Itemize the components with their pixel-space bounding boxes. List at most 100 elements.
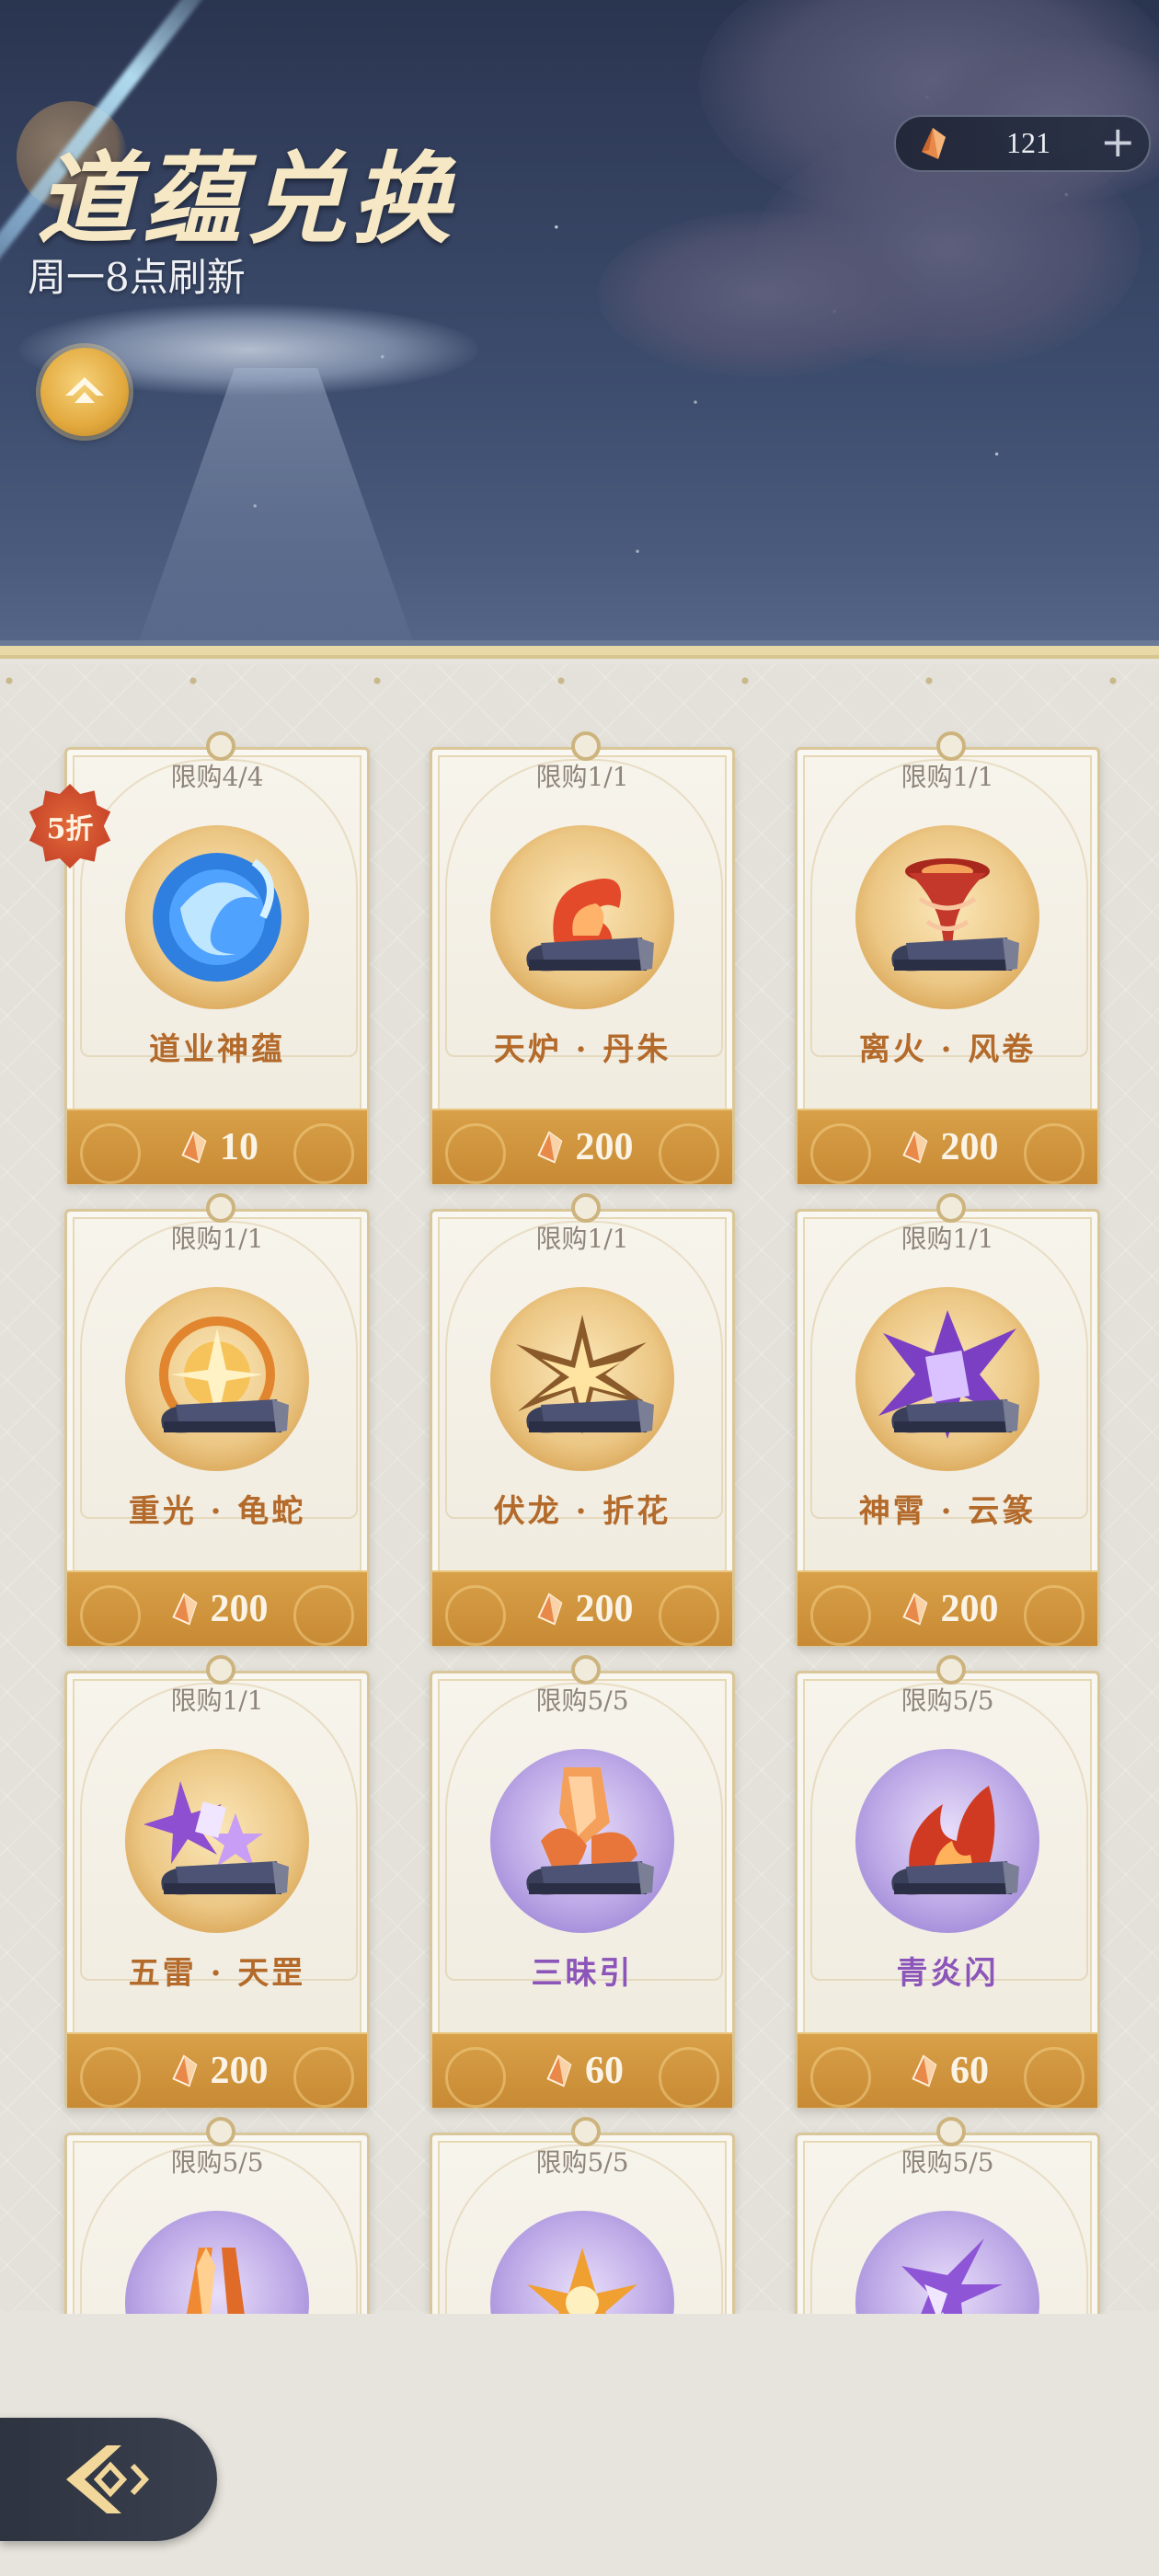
- currency-amount: 121: [1006, 126, 1050, 159]
- purchase-limit: 限购5/5: [901, 1685, 994, 1716]
- crystal-shard-icon: [171, 1593, 197, 1626]
- crystal-shard-icon: [912, 2054, 937, 2087]
- item-price: 200: [575, 1588, 634, 1630]
- shop-item-card[interactable]: 限购1/1 重光 · 龟蛇 200: [64, 1193, 370, 1647]
- item-art-icon: [516, 1315, 654, 1434]
- item-art-icon: [527, 2248, 637, 2314]
- item-name: 三昧引: [531, 1955, 634, 1992]
- purchase-limit: 限购1/1: [170, 1224, 264, 1254]
- crystal-shard-icon: [181, 1131, 207, 1164]
- item-price: 200: [210, 1588, 269, 1630]
- swirl-ornament: [659, 2047, 719, 2108]
- item-art-icon: [526, 879, 654, 972]
- item-price: 60: [950, 2050, 989, 2092]
- item-price: 60: [585, 2050, 624, 2092]
- swirl-ornament: [1024, 1123, 1084, 1184]
- cloud: [598, 212, 929, 377]
- crystal-shard-icon: [536, 1131, 562, 1164]
- purchase-limit: 限购5/5: [901, 2147, 994, 2178]
- swirl-ornament: [810, 2047, 871, 2108]
- back-arrow-icon: [66, 2445, 150, 2513]
- price-bar[interactable]: 200: [432, 1570, 732, 1646]
- price-bar[interactable]: 10: [67, 1109, 367, 1184]
- add-currency-button[interactable]: +: [1100, 119, 1136, 165]
- item-name: 神霄 · 云篆: [858, 1493, 1037, 1530]
- swirl-ornament: [445, 2047, 506, 2108]
- shop-item-card[interactable]: 限购1/1 五雷 · 天罡 200: [64, 1655, 370, 2109]
- swirl-ornament: [1024, 2047, 1084, 2108]
- refresh-note: 周一8点刷新: [28, 255, 246, 300]
- purchase-limit: 限购1/1: [535, 762, 629, 792]
- item-art-icon: [891, 1786, 1019, 1895]
- swirl-ornament: [80, 1123, 141, 1184]
- header-divider: [0, 640, 1159, 666]
- item-art-icon: [526, 1767, 654, 1895]
- item-name: 重光 · 龟蛇: [128, 1493, 306, 1530]
- shop-item-card[interactable]: 限购1/1 神霄 · 云篆 200: [795, 1193, 1100, 1647]
- swirl-ornament: [810, 1123, 871, 1184]
- swirl-ornament: [80, 2047, 141, 2108]
- item-price: 200: [940, 1126, 999, 1168]
- price-bar[interactable]: 200: [67, 1570, 367, 1646]
- price-bar[interactable]: 200: [432, 1109, 732, 1184]
- item-price: 10: [220, 1126, 258, 1168]
- item-art-icon: [143, 1781, 289, 1895]
- item-art-icon: [901, 2238, 1003, 2314]
- price-bar[interactable]: 200: [798, 1109, 1097, 1184]
- item-art-icon: [878, 1310, 1019, 1439]
- shop-item-card[interactable]: 限购1/1 伏龙 · 折花 200: [430, 1193, 735, 1647]
- purchase-limit: 限购4/4: [170, 762, 264, 792]
- swirl-ornament: [80, 1585, 141, 1646]
- price-bar[interactable]: 200: [67, 2032, 367, 2108]
- shop-item-card[interactable]: 限购5/5 青炎闪 60: [795, 1655, 1100, 2109]
- item-name: 天炉 · 丹朱: [493, 1031, 671, 1068]
- price-bar[interactable]: 60: [432, 2032, 732, 2108]
- shop-item-card[interactable]: 限购5/5 三昧引 60: [430, 1655, 735, 2109]
- item-name: 伏龙 · 折花: [493, 1493, 671, 1530]
- shop-item-card[interactable]: 限购5/5: [430, 2117, 735, 2314]
- price-bar[interactable]: 200: [798, 1570, 1097, 1646]
- swirl-ornament: [293, 1585, 354, 1646]
- crystal-shard-icon: [914, 124, 951, 167]
- crystal-shard-icon: [901, 1593, 927, 1626]
- price-bar[interactable]: 60: [798, 2032, 1097, 2108]
- swirl-ornament: [445, 1123, 506, 1184]
- crystal-shard-icon: [536, 1593, 562, 1626]
- item-name: 离火 · 风卷: [858, 1031, 1037, 1068]
- swirl-ornament: [659, 1585, 719, 1646]
- item-name: 道业神蕴: [149, 1031, 285, 1068]
- decorative-dots: [0, 676, 1159, 685]
- item-price: 200: [575, 1126, 634, 1168]
- purchase-limit: 限购1/1: [901, 762, 994, 792]
- item-price: 200: [940, 1588, 999, 1630]
- page-title: 道蕴兑换: [37, 142, 457, 258]
- purchase-limit: 限购5/5: [170, 2147, 264, 2178]
- shop-item-card[interactable]: 限购4/4 道业神蕴 10: [64, 731, 370, 1185]
- purchase-limit: 限购1/1: [535, 1224, 629, 1254]
- item-art-icon: [153, 853, 281, 982]
- swirl-ornament: [293, 1123, 354, 1184]
- currency-display: 121 +: [894, 115, 1151, 172]
- shop-item-card[interactable]: 限购5/5: [795, 2117, 1100, 2314]
- header-banner: 道蕴兑换 周一8点刷新 121 +: [0, 0, 1159, 649]
- purchase-limit: 限购1/1: [170, 1685, 264, 1716]
- item-art-icon: [891, 858, 1019, 972]
- item-art-icon: [186, 2248, 245, 2314]
- crystal-shard-icon: [901, 1131, 927, 1164]
- crystal-shard-icon: [546, 2054, 572, 2087]
- item-art-icon: [159, 1317, 289, 1433]
- swirl-ornament: [810, 1585, 871, 1646]
- purchase-limit: 限购5/5: [535, 1685, 629, 1716]
- shop-item-card[interactable]: 限购1/1 天炉 · 丹朱 200: [430, 731, 735, 1185]
- item-name: 五雷 · 天罡: [128, 1955, 306, 1992]
- item-name: 青炎闪: [896, 1955, 999, 1992]
- item-price: 200: [210, 2050, 269, 2092]
- ascend-button[interactable]: [40, 348, 129, 436]
- back-button[interactable]: [0, 2418, 217, 2541]
- swirl-ornament: [293, 2047, 354, 2108]
- shop-item-card[interactable]: 限购1/1 离火 · 风卷 200: [795, 731, 1100, 1185]
- swirl-ornament: [659, 1123, 719, 1184]
- shop-item-card[interactable]: 限购5/5: [64, 2117, 370, 2314]
- swirl-ornament: [445, 1585, 506, 1646]
- crystal-shard-icon: [171, 2054, 197, 2087]
